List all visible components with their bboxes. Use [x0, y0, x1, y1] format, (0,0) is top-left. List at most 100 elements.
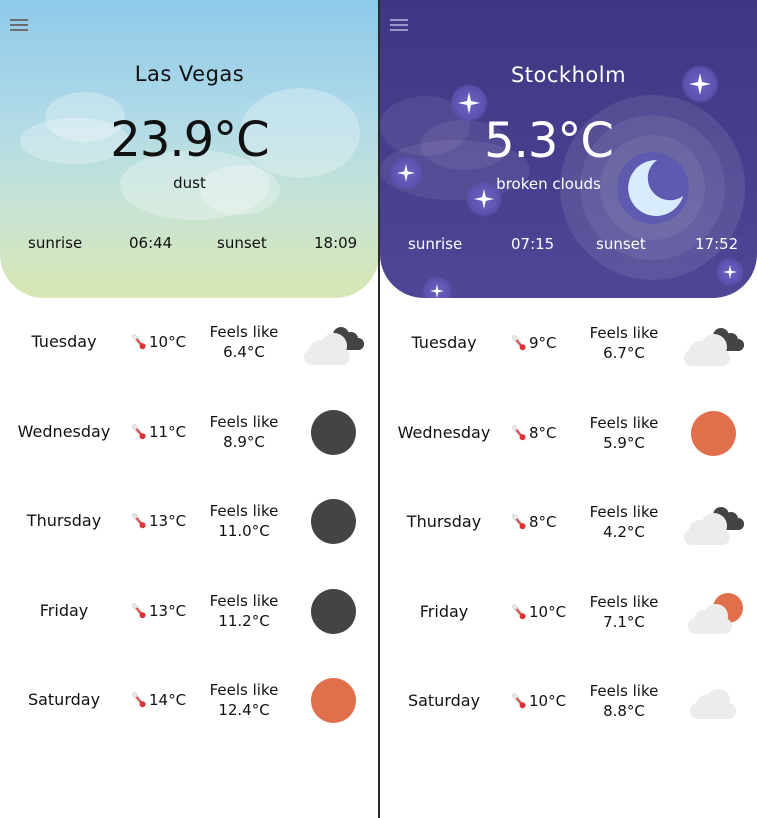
sun-icon	[676, 407, 752, 463]
feels-like-label: Feels like	[589, 414, 659, 432]
forecast-row: Thursday 13°C Feels like 11.0°C	[0, 477, 379, 567]
weather-panel-stockholm: Stockholm 5.3°C broken clouds sunrise 07…	[380, 0, 757, 818]
forecast-day: Wednesday	[17, 422, 111, 441]
sunrise-label: sunrise	[408, 235, 463, 253]
forecast-day: Saturday	[27, 690, 101, 709]
dark-cloud-icon	[676, 317, 752, 373]
weather-panel-las-vegas: Las Vegas 23.9°C dust sunrise 06:44 suns…	[0, 0, 379, 818]
forecast-row: Thursday 8°C Feels like 4.2°C	[380, 478, 757, 568]
forecast-temp: 11°C	[130, 422, 186, 442]
weather-description: dust	[173, 174, 206, 192]
dust-icon	[296, 406, 372, 462]
thermometer-icon	[132, 513, 146, 529]
forecast-temp-value: 13°C	[149, 602, 187, 620]
feels-like-value: 7.1°C	[603, 613, 645, 631]
forecast-temp: 10°C	[510, 602, 566, 622]
thermometer-icon	[132, 692, 146, 708]
current-temperature: 23.9°C	[110, 112, 269, 168]
feels-like-label: Feels like	[589, 593, 659, 611]
feels-like-value: 6.7°C	[603, 344, 645, 362]
thermometer-icon	[512, 335, 526, 351]
forecast-day: Wednesday	[397, 423, 491, 442]
feels-like: Feels like 6.7°C	[576, 323, 672, 363]
forecast-temp: 13°C	[130, 511, 186, 531]
forecast-temp: 10°C	[510, 691, 566, 711]
feels-like-label: Feels like	[209, 323, 279, 341]
forecast-row: Wednesday 11°C Feels like 8.9°C	[0, 388, 379, 478]
feels-like-label: Feels like	[589, 503, 659, 521]
dust-icon	[296, 495, 372, 551]
city-name: Stockholm	[510, 63, 627, 87]
sun-icon	[296, 674, 372, 730]
forecast-day: Friday	[419, 602, 469, 621]
sunset-time: 17:52	[695, 235, 739, 253]
thermometer-icon	[512, 604, 526, 620]
star-icon	[422, 276, 452, 298]
forecast-row: Friday 13°C Feels like 11.2°C	[0, 567, 379, 657]
forecast-temp-value: 10°C	[529, 603, 567, 621]
current-weather-header: Las Vegas 23.9°C dust sunrise 06:44 suns…	[0, 0, 379, 298]
forecast-temp-value: 14°C	[149, 691, 187, 709]
feels-like-value: 5.9°C	[603, 434, 645, 452]
feels-like-value: 8.9°C	[223, 433, 265, 451]
thermometer-icon	[512, 514, 526, 530]
forecast-day: Tuesday	[31, 332, 97, 351]
partly-sunny-icon	[676, 586, 752, 642]
thermometer-icon	[132, 334, 146, 350]
feels-like-label: Feels like	[209, 502, 279, 520]
feels-like: Feels like 12.4°C	[196, 680, 292, 720]
forecast-row: Wednesday 8°C Feels like 5.9°C	[380, 389, 757, 479]
forecast-temp-value: 10°C	[149, 333, 187, 351]
sunrise-time: 06:44	[129, 234, 173, 252]
feels-like-value: 8.8°C	[603, 702, 645, 720]
sunrise-label: sunrise	[28, 234, 83, 252]
dust-icon	[296, 585, 372, 641]
sunset-label: sunset	[217, 234, 267, 252]
forecast-row: Tuesday 10°C Feels like 6.4°C	[0, 298, 379, 388]
feels-like-value: 11.2°C	[218, 612, 270, 630]
feels-like-label: Feels like	[209, 681, 279, 699]
forecast-temp-value: 10°C	[529, 692, 567, 710]
menu-icon[interactable]	[10, 19, 30, 33]
sunrise-time: 07:15	[511, 235, 555, 253]
weather-description: broken clouds	[496, 175, 601, 193]
forecast-temp: 8°C	[510, 512, 557, 532]
forecast-temp: 13°C	[130, 601, 186, 621]
forecast-row: Tuesday 9°C Feels like 6.7°C	[380, 299, 757, 389]
feels-like: Feels like 6.4°C	[196, 322, 292, 362]
sunset-time: 18:09	[314, 234, 358, 252]
forecast-day: Friday	[39, 601, 89, 620]
forecast-temp: 10°C	[130, 332, 186, 352]
feels-like: Feels like 4.2°C	[576, 502, 672, 542]
current-weather-header: Stockholm 5.3°C broken clouds sunrise 07…	[380, 0, 757, 298]
forecast-temp-value: 8°C	[529, 513, 557, 531]
feels-like-label: Feels like	[589, 324, 659, 342]
forecast-temp-value: 13°C	[149, 512, 187, 530]
menu-icon[interactable]	[390, 19, 410, 33]
city-name: Las Vegas	[134, 62, 245, 86]
forecast-day: Thursday	[26, 511, 102, 530]
feels-like: Feels like 11.0°C	[196, 501, 292, 541]
forecast-temp-value: 8°C	[529, 424, 557, 442]
feels-like-value: 4.2°C	[603, 523, 645, 541]
forecast-row: Saturday 10°C Feels like 8.8°C	[380, 657, 757, 747]
forecast-row: Saturday 14°C Feels like 12.4°C	[0, 656, 379, 746]
thermometer-icon	[132, 424, 146, 440]
feels-like: Feels like 7.1°C	[576, 592, 672, 632]
cloud-icon	[676, 675, 752, 731]
current-temperature: 5.3°C	[484, 113, 614, 169]
star-icon	[716, 258, 744, 286]
forecast-day: Thursday	[406, 512, 482, 531]
dark-cloud-icon	[296, 316, 372, 372]
feels-like-label: Feels like	[209, 592, 279, 610]
dark-cloud-icon	[676, 496, 752, 552]
feels-like: Feels like 8.9°C	[196, 412, 292, 452]
forecast-row: Friday 10°C Feels like 7.1°C	[380, 568, 757, 658]
thermometer-icon	[512, 425, 526, 441]
thermometer-icon	[132, 603, 146, 619]
feels-like: Feels like 11.2°C	[196, 591, 292, 631]
feels-like: Feels like 5.9°C	[576, 413, 672, 453]
forecast-temp: 9°C	[510, 333, 557, 353]
forecast-temp-value: 11°C	[149, 423, 187, 441]
forecast-day: Tuesday	[411, 333, 477, 352]
